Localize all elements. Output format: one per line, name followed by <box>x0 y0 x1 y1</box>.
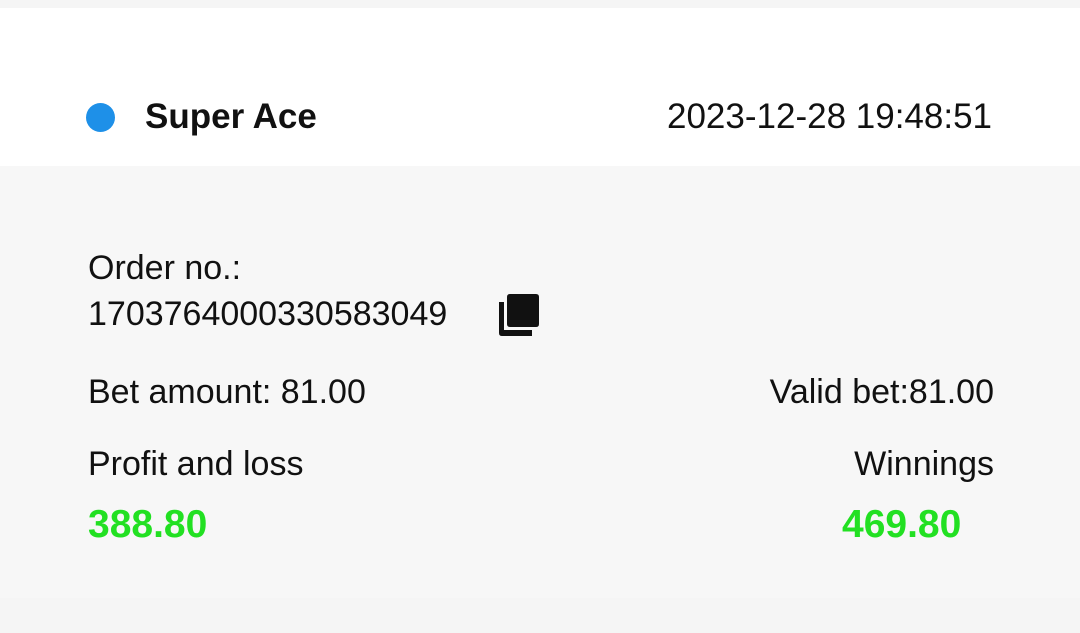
record-header: Super Ace 2023-12-28 19:48:51 <box>0 8 1080 166</box>
bet-record-card: Super Ace 2023-12-28 19:48:51 Order no.:… <box>0 8 1080 598</box>
valid-bet: Valid bet:81.00 <box>769 373 994 411</box>
profit-loss-label: Profit and loss <box>88 445 304 483</box>
record-details: Order no.: 1703764000330583049 Bet amoun… <box>0 166 1080 598</box>
record-datetime: 2023-12-28 19:48:51 <box>667 97 992 136</box>
copy-icon-graphic <box>499 294 539 336</box>
copy-icon[interactable] <box>499 294 539 336</box>
bet-amount: Bet amount: 81.00 <box>88 373 366 411</box>
winnings-label: Winnings <box>854 445 994 483</box>
order-number-value: 1703764000330583049 <box>88 295 448 333</box>
profit-loss-value: 388.80 <box>88 503 208 546</box>
order-number-label: Order no.: <box>88 249 242 287</box>
winnings-value: 469.80 <box>842 503 962 546</box>
game-name: Super Ace <box>145 97 317 136</box>
status-dot-icon <box>86 103 115 132</box>
